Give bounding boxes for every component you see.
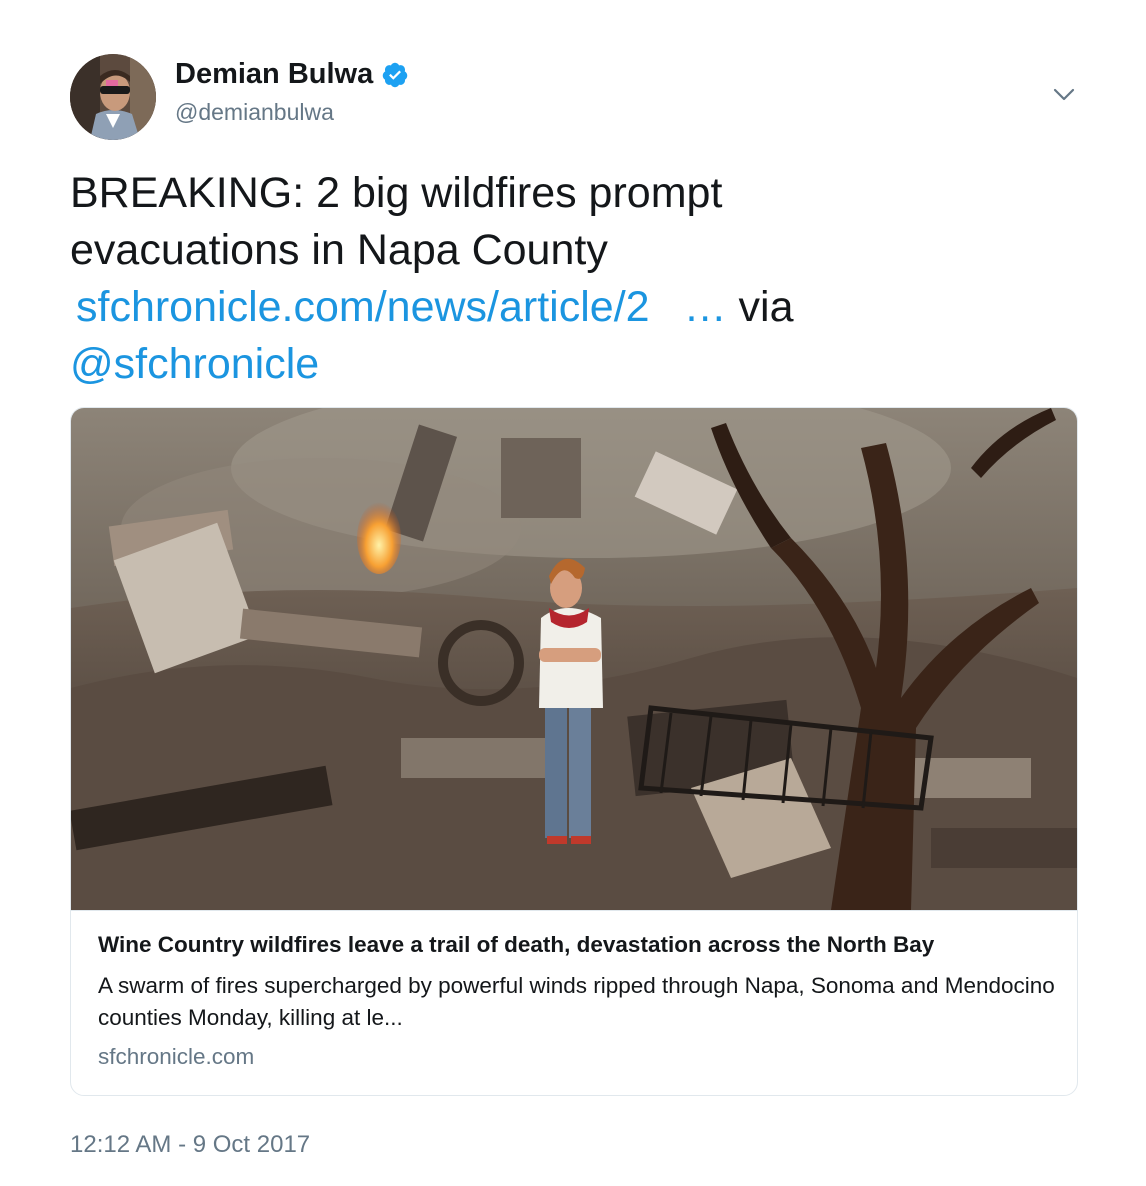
display-name-text[interactable]: Demian Bulwa bbox=[175, 58, 373, 91]
via-text: via bbox=[726, 283, 794, 331]
card-domain: sfchronicle.com bbox=[98, 1044, 255, 1069]
display-name[interactable]: Demian Bulwa bbox=[175, 58, 409, 91]
tweet-text-line-1: BREAKING: 2 big wildfires prompt bbox=[70, 169, 723, 217]
avatar-photo bbox=[70, 54, 156, 140]
mention-link[interactable]: @sfchronicle bbox=[70, 340, 319, 388]
card-description: A swarm of fires supercharged by powerfu… bbox=[98, 973, 1055, 1030]
link-card[interactable]: Wine Country wildfires leave a trail of … bbox=[70, 407, 1078, 1096]
tweet-menu-button[interactable] bbox=[1050, 84, 1078, 106]
avatar[interactable] bbox=[70, 54, 156, 140]
chevron-down-icon bbox=[1053, 88, 1075, 101]
card-title[interactable]: Wine Country wildfires leave a trail of … bbox=[98, 932, 934, 958]
user-handle[interactable]: @demianbulwa bbox=[175, 99, 334, 126]
tweet-text-line-4: @sfchronicle bbox=[70, 336, 1080, 393]
article-link-ellipsis[interactable]: … bbox=[684, 283, 727, 331]
article-link[interactable]: sfchronicle.com/news/article/2 bbox=[76, 283, 650, 331]
card-image[interactable] bbox=[71, 408, 1077, 911]
tweet-text-line-2: evacuations in Napa County bbox=[70, 226, 608, 274]
verified-badge-icon bbox=[382, 62, 408, 87]
tweet-text-line-3: sfchronicle.com/news/article/2 … via bbox=[70, 279, 1080, 336]
tweet-text: BREAKING: 2 big wildfires prompt evacuat… bbox=[70, 165, 1080, 393]
wildfire-aftermath-photo bbox=[71, 408, 1077, 910]
tweet-timestamp[interactable]: 12:12 AM - 9 Oct 2017 bbox=[70, 1131, 310, 1159]
